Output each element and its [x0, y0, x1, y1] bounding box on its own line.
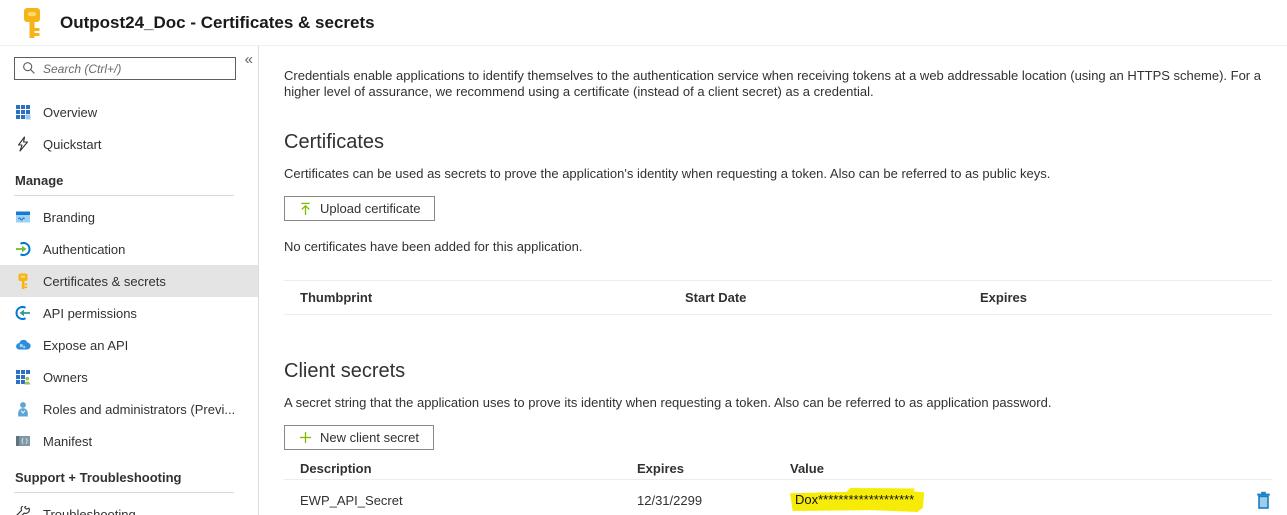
column-header-start-date: Start Date	[685, 290, 980, 305]
column-header-expires: Expires	[637, 461, 790, 476]
owners-icon	[15, 369, 31, 385]
delete-secret-icon[interactable]	[1255, 491, 1272, 509]
column-header-thumbprint: Thumbprint	[300, 290, 685, 305]
sidebar-item-api-permissions[interactable]: API permissions	[0, 297, 258, 329]
upload-certificate-label: Upload certificate	[320, 201, 420, 216]
sidebar-item-label: Certificates & secrets	[43, 274, 166, 289]
sidebar-item-label: API permissions	[43, 306, 137, 321]
sidebar-item-overview[interactable]: Overview	[0, 96, 258, 128]
page-title: Outpost24_Doc - Certificates & secrets	[60, 13, 375, 33]
search-input[interactable]	[14, 57, 236, 80]
authentication-icon	[15, 241, 31, 257]
sidebar-item-roles-administrators[interactable]: Roles and administrators (Previ...	[0, 393, 258, 425]
sidebar-section-support: Support + Troubleshooting	[0, 457, 258, 490]
sidebar-item-owners[interactable]: Owners	[0, 361, 258, 393]
sidebar-item-label: Troubleshooting	[43, 507, 136, 515]
certificates-table: Thumbprint Start Date Expires	[284, 280, 1272, 315]
divider	[14, 492, 234, 493]
branding-icon	[15, 209, 31, 225]
sidebar-item-label: Branding	[43, 210, 95, 225]
column-header-description: Description	[300, 461, 637, 476]
client-secrets-description: A secret string that the application use…	[284, 395, 1272, 411]
sidebar-item-label: Overview	[43, 105, 97, 120]
column-header-value: Value	[790, 461, 1232, 476]
column-header-expires: Expires	[980, 290, 1272, 305]
manifest-icon	[15, 433, 31, 449]
expose-api-icon	[15, 337, 31, 353]
key-icon	[15, 273, 31, 289]
divider	[14, 195, 234, 196]
secret-expires: 12/31/2299	[637, 493, 790, 508]
sidebar-section-manage: Manage	[0, 160, 258, 193]
credentials-intro-text: Credentials enable applications to ident…	[284, 68, 1262, 100]
sidebar-item-expose-api[interactable]: Expose an API	[0, 329, 258, 361]
overview-icon	[15, 104, 31, 120]
sidebar-item-authentication[interactable]: Authentication	[0, 233, 258, 265]
sidebar-item-label: Owners	[43, 370, 88, 385]
certificates-description: Certificates can be used as secrets to p…	[284, 166, 1272, 182]
secret-description: EWP_API_Secret	[300, 493, 637, 508]
sidebar-item-label: Authentication	[43, 242, 125, 257]
page-header: Outpost24_Doc - Certificates & secrets	[0, 0, 1287, 46]
troubleshooting-icon	[15, 506, 31, 515]
upload-certificate-button[interactable]: Upload certificate	[284, 196, 435, 221]
client-secrets-table-header: Description Expires Value	[284, 458, 1272, 480]
quickstart-icon	[15, 136, 31, 152]
api-permissions-icon	[15, 305, 31, 321]
new-client-secret-label: New client secret	[320, 430, 419, 445]
sidebar-item-label: Roles and administrators (Previ...	[43, 402, 235, 417]
secret-value-highlighted: Dox*******************	[790, 488, 924, 512]
sidebar-item-quickstart[interactable]: Quickstart	[0, 128, 258, 160]
upload-icon	[299, 202, 312, 216]
sidebar-item-certificates-secrets[interactable]: Certificates & secrets	[0, 265, 258, 297]
sidebar-item-manifest[interactable]: Manifest	[0, 425, 258, 457]
roles-icon	[15, 401, 31, 417]
client-secrets-table: Description Expires Value EWP_API_Secret…	[284, 458, 1272, 515]
search-icon	[22, 61, 36, 75]
sidebar-item-label: Quickstart	[43, 137, 102, 152]
sidebar-item-label: Expose an API	[43, 338, 128, 353]
certificates-heading: Certificates	[284, 130, 1272, 154]
sidebar: « Overview	[0, 46, 259, 515]
client-secret-row: EWP_API_Secret 12/31/2299 Dox***********…	[284, 480, 1272, 515]
main-content: Credentials enable applications to ident…	[259, 46, 1287, 515]
sidebar-item-troubleshooting[interactable]: Troubleshooting	[0, 498, 258, 515]
sidebar-item-branding[interactable]: Branding	[0, 201, 258, 233]
client-secrets-heading: Client secrets	[284, 359, 1272, 383]
sidebar-item-label: Manifest	[43, 434, 92, 449]
plus-icon	[299, 431, 312, 444]
key-icon	[18, 7, 46, 39]
certificates-table-header: Thumbprint Start Date Expires	[284, 280, 1272, 315]
collapse-sidebar-icon[interactable]: «	[245, 52, 253, 67]
no-certificates-message: No certificates have been added for this…	[284, 239, 1272, 254]
new-client-secret-button[interactable]: New client secret	[284, 425, 434, 450]
